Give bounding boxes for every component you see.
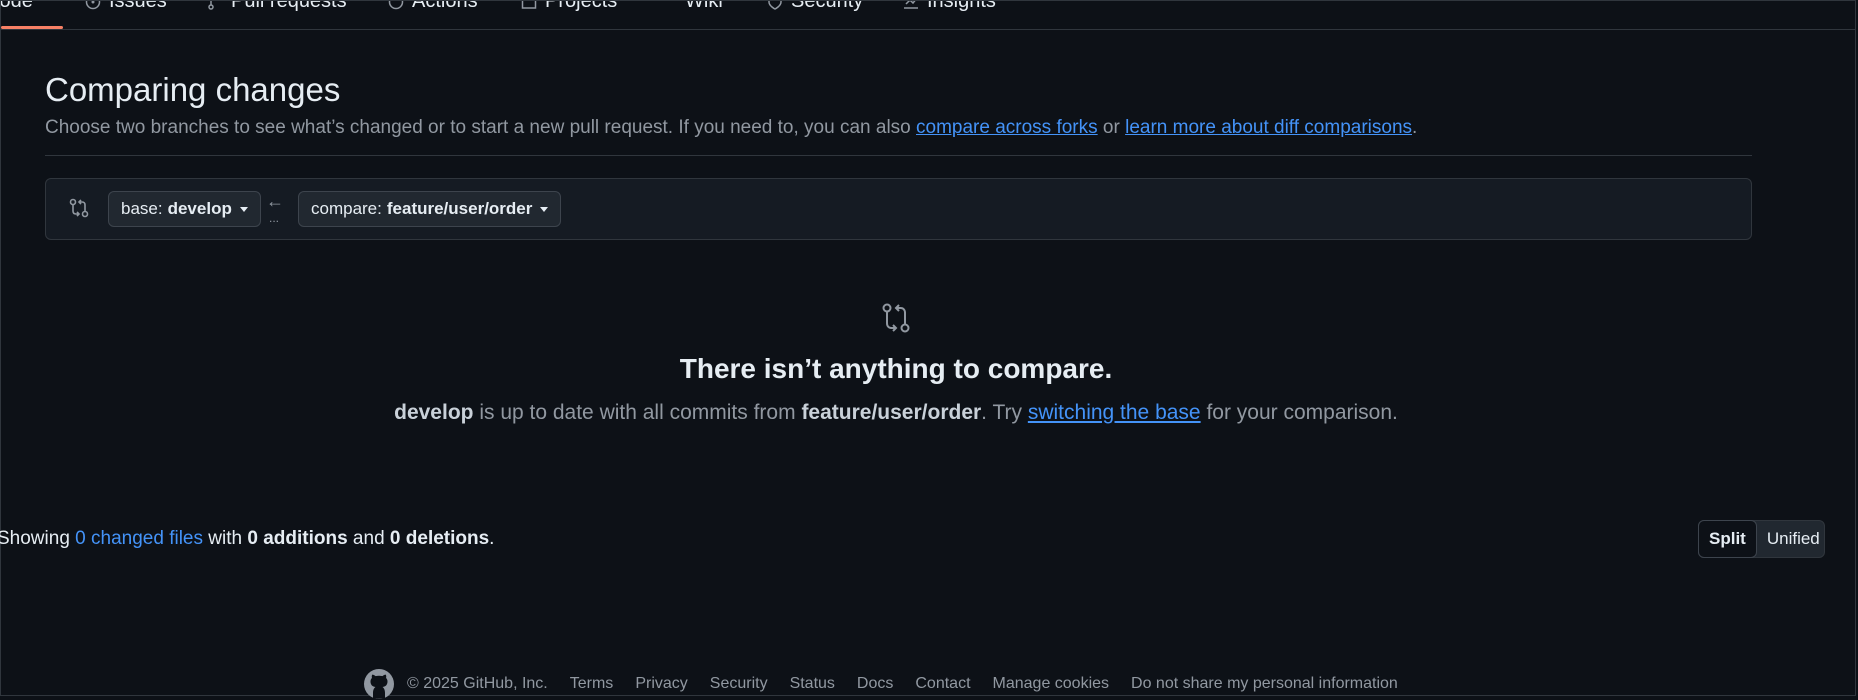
arrow-glyph: ← [266, 191, 284, 211]
changed-files-link[interactable]: 0 changed files [75, 528, 203, 549]
subtitle-or: or [1097, 117, 1126, 138]
additions-count: 0 additions [247, 528, 348, 549]
compare-branch-name: feature/user/order [386, 199, 533, 218]
split-view-button[interactable]: Split [1698, 519, 1757, 558]
blankslate-heading: There isn’t anything to compare. [679, 353, 1113, 384]
tab-code[interactable]: Code [1, 1, 33, 13]
tab-projects[interactable]: Projects [521, 1, 617, 13]
tab-label: Projects [545, 1, 618, 12]
summary-with: with [203, 528, 248, 549]
footer-link-docs[interactable]: Docs [857, 675, 893, 693]
footer-link-do-not-share[interactable]: Do not share my personal information [1131, 675, 1398, 693]
graph-icon [904, 1, 918, 9]
base-branch-ref: develop [394, 401, 474, 424]
tab-pull-requests[interactable]: Pull requests [207, 1, 347, 13]
tab-issues[interactable]: Issues [85, 1, 167, 13]
base-prefix: base: [121, 199, 163, 218]
footer-link-status[interactable]: Status [790, 675, 835, 693]
compare-across-forks-link[interactable]: compare across forks [916, 117, 1098, 138]
page: Code Issues Pull requests Actions Projec… [0, 0, 1856, 699]
summary-end: . [489, 528, 495, 549]
desc-try: . Try [981, 401, 1028, 424]
footer-copyright: © 2025 GitHub, Inc. [407, 675, 548, 692]
table-icon [521, 1, 537, 9]
compare-branch-select[interactable]: compare: feature/user/order [298, 191, 562, 227]
desc-mid: is up to date with all commits from [473, 401, 802, 424]
footer-link-manage-cookies[interactable]: Manage cookies [993, 675, 1110, 693]
github-logo-icon[interactable] [363, 668, 395, 700]
tab-actions[interactable]: Actions [388, 1, 478, 13]
page-title: Comparing changes [45, 71, 341, 108]
desc-end: for your comparison. [1200, 401, 1398, 424]
range-dots: ... [268, 211, 279, 225]
tab-label: Pull requests [231, 1, 347, 12]
deletions-count: 0 deletions [389, 528, 490, 549]
tab-label: Insights [927, 1, 996, 12]
pull-request-icon [208, 1, 214, 10]
issue-icon [85, 1, 101, 9]
tab-insights[interactable]: Insights [903, 1, 996, 13]
subtitle-text: Choose two branches to see what’s change… [45, 117, 917, 138]
caret-down-icon [239, 206, 248, 212]
tab-wiki[interactable]: Wiki [661, 1, 723, 13]
repo-nav: Code Issues Pull requests Actions Projec… [1, 1, 1855, 30]
shield-icon [768, 1, 782, 10]
diff-summary: Showing 0 changed files with 0 additions… [0, 528, 494, 550]
book-icon [661, 1, 677, 10]
summary-and: and [347, 528, 390, 549]
caret-down-icon [540, 206, 549, 212]
switch-base-link[interactable]: switching the base [1028, 401, 1201, 424]
diff-view-toggle: Split Unified [1698, 519, 1825, 558]
learn-diff-comparisons-link[interactable]: learn more about diff comparisons [1125, 117, 1412, 138]
footer-link-terms[interactable]: Terms [570, 675, 614, 693]
blankslate-description: develop is up to date with all commits f… [1, 401, 1791, 425]
unified-view-button[interactable]: Unified [1757, 521, 1830, 557]
tab-label: Code [1, 1, 33, 12]
page-subtitle: Choose two branches to see what’s change… [45, 117, 1417, 139]
subtitle-end: . [1412, 117, 1418, 138]
compare-prefix: compare: [311, 199, 382, 218]
active-tab-underline [1, 26, 63, 29]
tab-label: Actions [412, 1, 478, 12]
site-footer: © 2025 GitHub, Inc. Terms Privacy Securi… [363, 669, 1398, 699]
tab-label: Wiki [685, 1, 723, 12]
blankslate: There isn’t anything to compare. develop… [1, 301, 1791, 425]
tab-label: Issues [109, 1, 167, 12]
git-compare-icon [882, 303, 910, 333]
tab-label: Security [791, 1, 864, 12]
range-editor: base: develop ← ... compare: feature/user/… [45, 178, 1752, 240]
play-icon [388, 1, 404, 9]
footer-link-contact[interactable]: Contact [915, 675, 970, 693]
tab-security[interactable]: Security [767, 1, 863, 13]
compare-branch-ref: feature/user/order [801, 401, 982, 424]
base-branch-select[interactable]: base: develop [108, 191, 261, 227]
footer-link-privacy[interactable]: Privacy [635, 675, 687, 693]
git-compare-icon [69, 198, 89, 218]
arrow-left-icon: ← ... [266, 191, 284, 225]
footer-link-security[interactable]: Security [710, 675, 768, 693]
divider [45, 155, 1752, 156]
summary-showing: Showing [0, 528, 76, 549]
base-branch-name: develop [167, 199, 232, 218]
